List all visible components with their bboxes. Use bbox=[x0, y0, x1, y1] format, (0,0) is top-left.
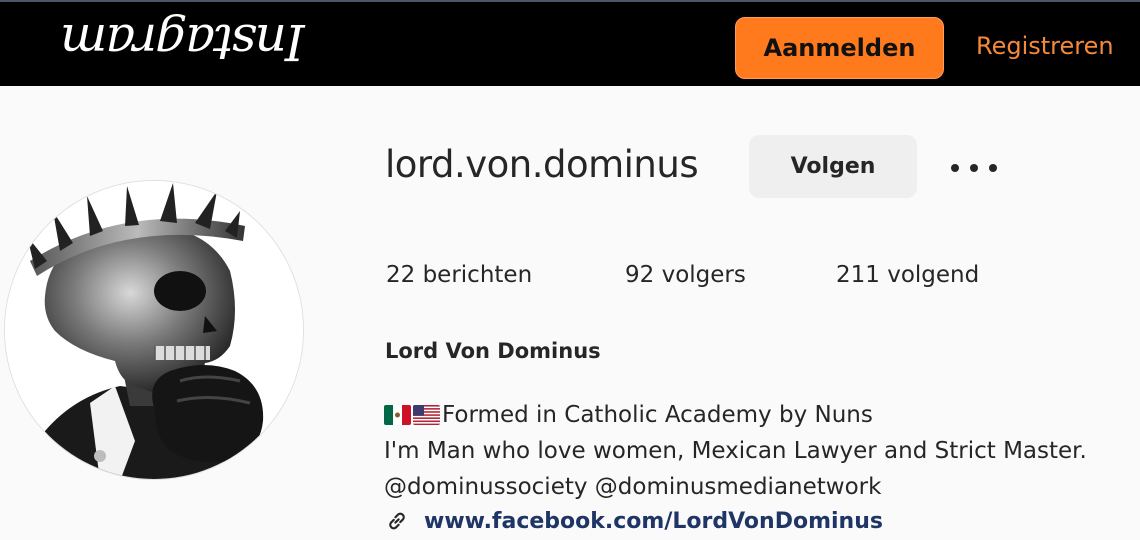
more-options-icon[interactable] bbox=[951, 158, 997, 178]
dot-icon bbox=[989, 164, 997, 172]
bio-line-3: @dominussociety @dominusmedianetwork bbox=[384, 469, 1087, 505]
mexico-flag-icon bbox=[384, 405, 411, 425]
bio-text-line-2: I'm Man who love women, Mexican Lawyer a… bbox=[384, 438, 1087, 464]
usa-flag-icon bbox=[413, 405, 440, 425]
followers-count[interactable]: 92 volgers bbox=[625, 262, 746, 288]
dot-icon bbox=[970, 164, 978, 172]
profile-username: lord.von.dominus bbox=[385, 143, 699, 186]
mention-link[interactable]: @dominussociety bbox=[384, 469, 587, 505]
register-link[interactable]: Registreren bbox=[976, 32, 1114, 60]
posts-count: 22 berichten bbox=[386, 262, 533, 288]
instagram-logo[interactable]: Instagram bbox=[62, 12, 305, 72]
follow-button[interactable]: Volgen bbox=[749, 135, 917, 198]
mention-link[interactable]: @dominusmedianetwork bbox=[595, 469, 882, 505]
profile-avatar[interactable] bbox=[4, 180, 304, 480]
top-navbar: Instagram Aanmelden Registreren bbox=[0, 0, 1140, 86]
profile-bio: Formed in Catholic Academy by Nuns I'm M… bbox=[384, 397, 1087, 505]
profile-full-name: Lord Von Dominus bbox=[385, 339, 601, 363]
following-count[interactable]: 211 volgend bbox=[836, 262, 979, 288]
website-link[interactable]: www.facebook.com/LordVonDominus bbox=[384, 503, 883, 539]
bio-line-1: Formed in Catholic Academy by Nuns bbox=[384, 397, 1087, 433]
website-url[interactable]: www.facebook.com/LordVonDominus bbox=[424, 509, 883, 534]
login-button[interactable]: Aanmelden bbox=[735, 17, 944, 79]
skull-crown-icon bbox=[5, 181, 303, 479]
bio-line-2: I'm Man who love women, Mexican Lawyer a… bbox=[384, 433, 1087, 469]
link-icon bbox=[389, 512, 405, 530]
bio-text-line-1: Formed in Catholic Academy by Nuns bbox=[442, 402, 873, 428]
dot-icon bbox=[951, 164, 959, 172]
